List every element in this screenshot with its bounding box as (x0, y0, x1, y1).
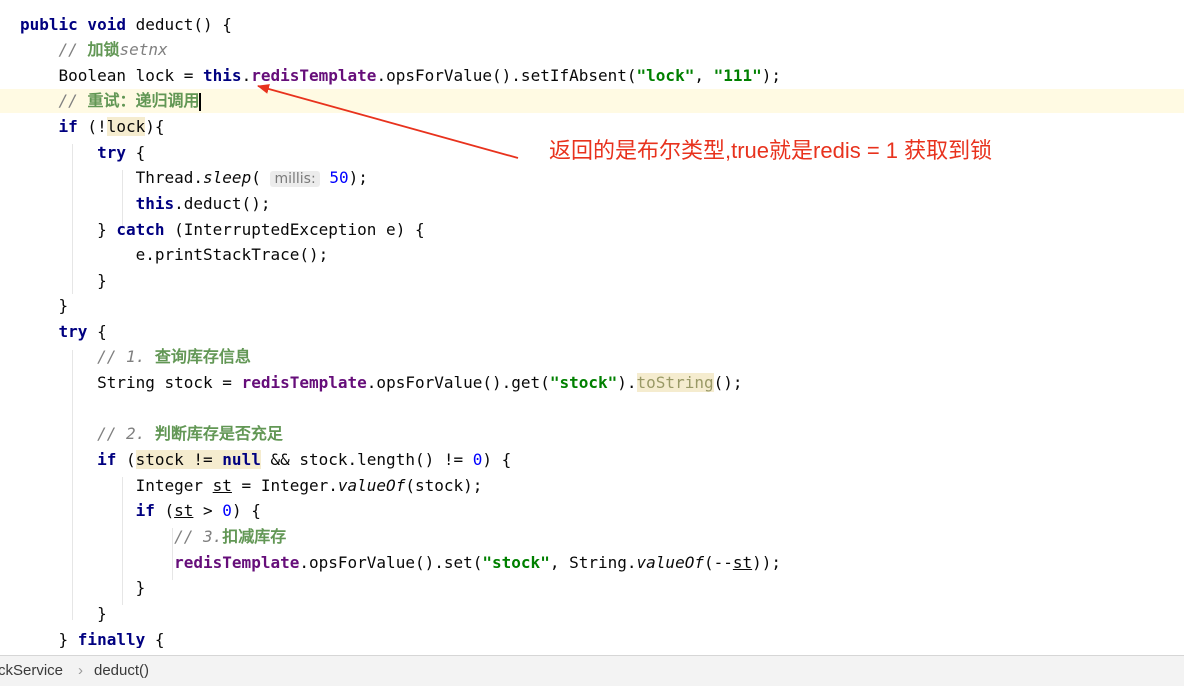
breadcrumb-separator: › (78, 662, 83, 679)
annotation-text: 返回的是布尔类型,true就是redis = 1 获取到锁 (549, 138, 993, 163)
breadcrumb-class[interactable]: ckService (0, 662, 63, 679)
breadcrumb: ckService › deduct() (0, 655, 1184, 686)
annotation-arrow (257, 84, 519, 159)
breadcrumb-method[interactable]: deduct() (94, 662, 149, 679)
